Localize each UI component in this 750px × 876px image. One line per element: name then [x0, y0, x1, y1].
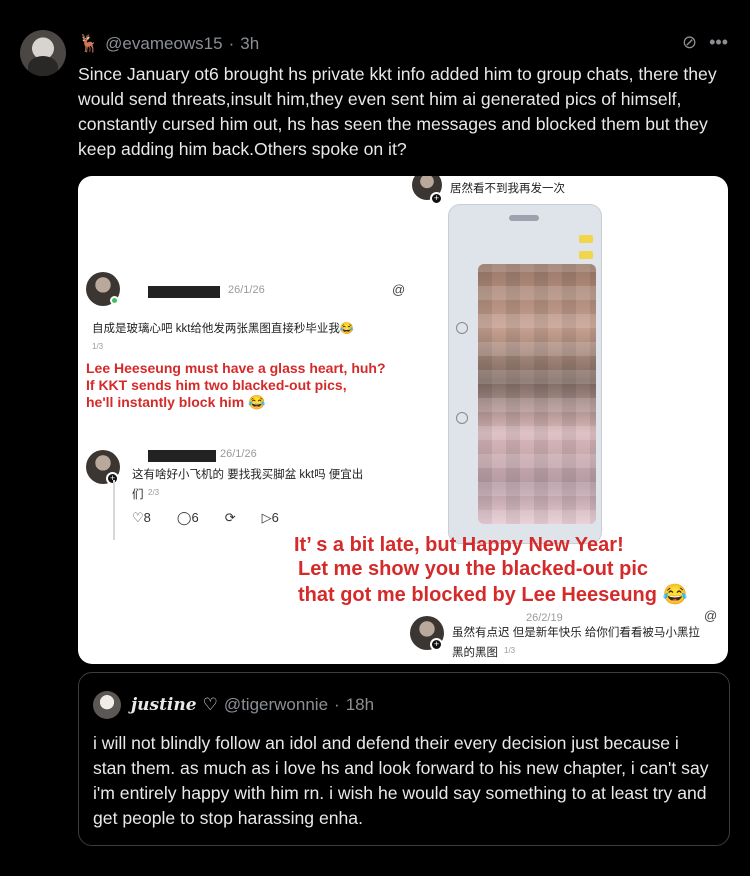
like-count: 8 [143, 510, 151, 525]
quoted-header-separator: · [334, 695, 340, 714]
quoted-post[interactable]: justine ♡ @tigerwonnie · 18h i will not … [78, 672, 730, 846]
comment-page: 2/3 [148, 488, 160, 497]
quoted-author-name[interactable]: justine [131, 695, 197, 715]
post-text: Since January ot6 brought hs private kkt… [78, 64, 717, 159]
translation-line: If KKT sends him two blacked-out pics, [86, 377, 347, 393]
post-header-actions: ⊘ ••• [682, 32, 728, 53]
more-icon[interactable]: ••• [709, 32, 728, 53]
top-caption: 居然看不到我再发一次 [450, 183, 565, 195]
phone-title-bar [509, 215, 539, 221]
translation-line: Lee Heeseung must have a glass heart, hu… [86, 360, 386, 376]
comment-chinese: 虽然有点迟 但是新年快乐 给你们看看被马小黑拉 [452, 627, 700, 639]
redacted-name [148, 450, 216, 462]
deer-emoji-icon: 🦌 [78, 34, 100, 53]
translation-line: that got me blocked by Lee Heeseung 😂 [298, 584, 688, 606]
quoted-post-text: i will not blindly follow an idol and de… [93, 733, 709, 828]
share-count: 6 [271, 510, 279, 525]
reply-icon: ◯ [176, 510, 192, 525]
send-icon: ▷ [261, 510, 272, 525]
header-separator: · [228, 34, 235, 53]
post-time[interactable]: 3h [240, 34, 259, 54]
reply-count: 6 [191, 510, 199, 525]
comment-chinese: 自成是玻璃心吧 kkt给他发两张黑图直接秒毕业我😂 [92, 323, 355, 335]
post-media-image[interactable]: + 居然看不到我再发一次 26/1/26 @ 自成是玻璃心吧 kkt给他发两张黑… [78, 176, 728, 664]
comment-date: 26/2/19 [526, 612, 563, 624]
author-avatar[interactable] [20, 30, 66, 76]
quoted-author-handle[interactable]: @tigerwonnie [224, 695, 328, 715]
translation-line: he'll instantly block him 😂 [86, 394, 266, 410]
share-button[interactable]: ▷6 [262, 510, 279, 526]
quoted-author-avatar[interactable] [93, 691, 121, 719]
online-dot-icon [110, 296, 119, 305]
repost-button[interactable]: ⟳ [225, 510, 236, 526]
comment-actions: ♡8 ◯6 ⟳ ▷6 [132, 510, 279, 526]
comment-chinese: 这有啥好小飞机的 要找我买脚盆 kkt吗 便宜出 [132, 469, 364, 481]
comment-page: 1/3 [92, 342, 104, 351]
pixelated-image [478, 264, 596, 524]
post-header: 🦌 @evameows15 · 3h [78, 34, 259, 54]
threads-icon: @ [392, 282, 406, 297]
heart-icon: ♡ [202, 695, 218, 714]
chat-bubble [579, 251, 593, 259]
reply-button[interactable]: ◯6 [177, 510, 199, 526]
translation-line: It’ s a bit late, but Happy New Year! [294, 534, 624, 556]
grok-icon[interactable]: ⊘ [682, 32, 697, 53]
comment-date: 26/1/26 [228, 284, 265, 296]
quoted-post-header: justine ♡ @tigerwonnie · 18h [131, 695, 374, 715]
follow-badge-icon: + [430, 638, 443, 651]
radio-icon [456, 322, 468, 334]
quoted-post-time[interactable]: 18h [346, 695, 374, 715]
heart-icon: ♡ [132, 510, 144, 525]
thread-line [113, 480, 115, 540]
radio-icon [456, 412, 468, 424]
comment-chinese: 们 [132, 489, 144, 501]
follow-badge-icon: + [430, 192, 443, 205]
repost-icon: ⟳ [224, 510, 236, 525]
like-button[interactable]: ♡8 [132, 510, 151, 526]
comment-page: 1/3 [504, 646, 516, 655]
chat-bubble [579, 235, 593, 243]
comment-date: 26/1/26 [220, 448, 257, 460]
author-handle[interactable]: @evameows15 [105, 34, 222, 54]
comment-chinese: 黑的黑图 [452, 647, 498, 659]
translation-line: Let me show you the blacked-out pic [298, 558, 649, 580]
threads-icon: @ [704, 608, 718, 623]
redacted-name [148, 286, 220, 298]
